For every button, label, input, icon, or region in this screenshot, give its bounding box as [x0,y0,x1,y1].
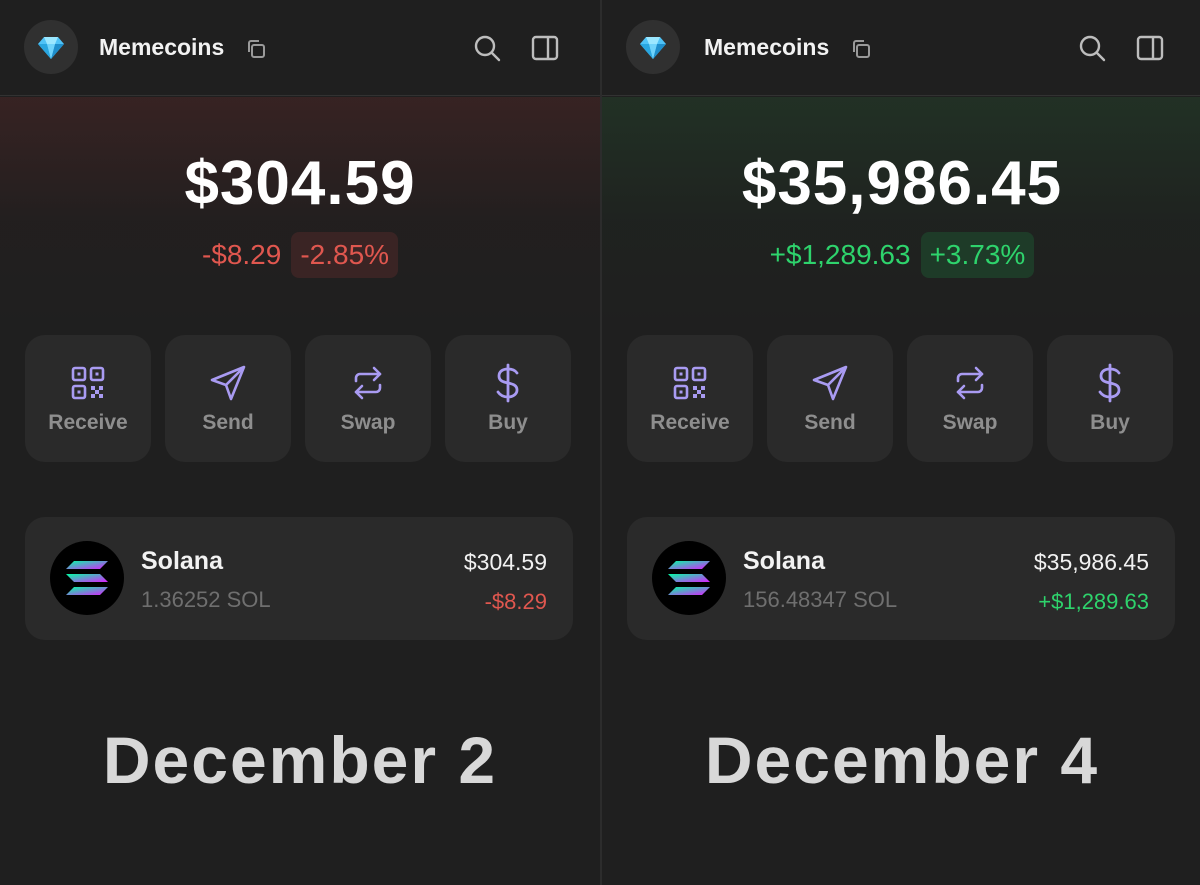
token-amount: 156.48347 SOL [743,587,898,612]
comparison-stage: Memecoins $304.59 -$8.29 -2.85% Receive … [0,0,1200,885]
buy-label: Buy [488,411,528,434]
token-delta: -$8.29 [484,589,547,614]
action-buttons: Receive Send Swap Buy [25,335,573,462]
swap-label: Swap [942,411,998,434]
token-value: $304.59 [463,549,547,575]
swap-button[interactable]: Swap [305,335,431,462]
wallet-avatar[interactable] [626,20,680,74]
token-row-solana[interactable]: Solana 1.36252 SOL $304.59 -$8.29 [25,517,573,640]
send-button[interactable]: Send [767,335,893,462]
change-percent-badge: +3.73% [920,232,1035,278]
wallet-name[interactable]: Memecoins [99,34,224,61]
token-value: $35,986.45 [1033,549,1149,575]
swap-icon [348,363,388,403]
action-buttons: Receive Send Swap Buy [627,335,1175,462]
wallet-header: Memecoins [602,0,1200,96]
change-percent-badge: -2.85% [291,232,399,278]
wallet-header: Memecoins [0,0,600,96]
token-delta: +$1,289.63 [1038,589,1149,614]
receive-button[interactable]: Receive [25,335,151,462]
swap-button[interactable]: Swap [907,335,1033,462]
swap-label: Swap [340,411,396,434]
sidebar-toggle-button[interactable] [530,33,560,63]
receive-label: Receive [650,411,730,434]
receive-button[interactable]: Receive [627,335,753,462]
date-caption: December 4 [704,723,1100,797]
wallet-avatar[interactable] [24,20,78,74]
solana-logo-icon [652,541,726,615]
token-name: Solana [743,547,825,575]
send-icon [208,363,248,403]
buy-label: Buy [1090,411,1130,434]
sidebar-icon [1136,35,1164,61]
diamond-icon [38,37,64,59]
token-row-solana[interactable]: Solana 156.48347 SOL $35,986.45 +$1,289.… [627,517,1175,640]
qr-code-icon [670,363,710,403]
send-label: Send [804,411,856,434]
solana-logo-icon [50,541,124,615]
token-name: Solana [141,547,223,575]
dollar-icon [1090,363,1130,403]
total-balance: $304.59 [184,149,416,218]
send-icon [810,363,850,403]
balance-change-row: +$1,289.63 +3.73% [602,232,1200,278]
total-balance: $35,986.45 [741,149,1063,218]
swap-icon [950,363,990,403]
wallet-name[interactable]: Memecoins [704,34,829,61]
wallet-panel-left: Memecoins $304.59 -$8.29 -2.85% Receive … [0,0,600,885]
qr-code-icon [68,363,108,403]
balance-change-row: -$8.29 -2.85% [0,232,600,278]
receive-label: Receive [48,411,128,434]
change-amount: -$8.29 [201,239,282,270]
date-caption: December 2 [102,723,498,797]
diamond-icon [640,37,666,59]
change-amount: +$1,289.63 [769,239,911,270]
token-amount: 1.36252 SOL [141,587,271,612]
dollar-icon [488,363,528,403]
copy-icon[interactable] [849,37,873,61]
sidebar-toggle-button[interactable] [1135,33,1165,63]
send-label: Send [202,411,254,434]
search-icon [1079,35,1106,62]
search-button[interactable] [1077,33,1107,63]
copy-icon[interactable] [244,37,268,61]
sidebar-icon [531,35,559,61]
send-button[interactable]: Send [165,335,291,462]
wallet-panel-right: Memecoins $35,986.45 +$1,289.63 +3.73% R… [600,0,1200,885]
search-button[interactable] [472,33,502,63]
buy-button[interactable]: Buy [445,335,571,462]
search-icon [474,35,501,62]
buy-button[interactable]: Buy [1047,335,1173,462]
